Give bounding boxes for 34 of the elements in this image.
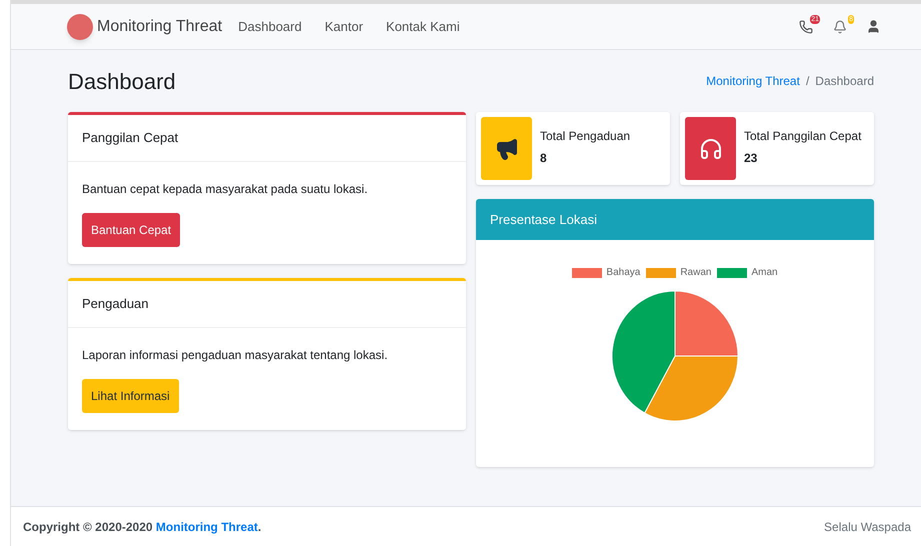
copyright-text: Copyright © 2020-2020 Monitoring Threat. <box>23 518 262 536</box>
action-button[interactable]: Bantuan Cepat <box>82 213 180 247</box>
chart-title: Presentase Lokasi <box>490 210 597 229</box>
legend-label: Bahaya <box>606 266 640 280</box>
card-title: Pengaduan <box>82 296 149 311</box>
nav-link[interactable]: Kontak Kami <box>386 16 460 36</box>
brand-name[interactable]: Monitoring Threat <box>97 14 222 38</box>
page-title: Dashboard <box>68 68 176 96</box>
phone-icon <box>799 20 813 34</box>
footer-link[interactable]: Monitoring Threat <box>156 520 258 534</box>
nav-link[interactable]: Kantor <box>324 16 364 36</box>
legend-swatch <box>572 268 602 278</box>
stat-label: Total Pengaduan <box>540 128 630 145</box>
tagline: Selalu Waspada <box>824 518 911 536</box>
card-text: Bantuan cepat kepada masyarakat pada suatu lokasi. <box>82 181 369 198</box>
action-button[interactable]: Lihat Informasi <box>82 379 179 413</box>
headset-icon <box>698 136 722 160</box>
legend-swatch <box>717 268 748 278</box>
legend-swatch <box>646 268 676 278</box>
legend-label: Aman <box>751 266 778 280</box>
card-text: Laporan informasi pengaduan masyarakat tentang lokasi. <box>82 347 389 364</box>
breadcrumb-link[interactable]: Monitoring Threat <box>706 72 800 90</box>
brand-logo <box>67 14 93 40</box>
card-title: Panggilan Cepat <box>82 130 178 145</box>
bell-icon <box>833 20 847 34</box>
stat-label: Total Panggilan Cepat <box>744 128 862 145</box>
megaphone-icon <box>494 136 518 160</box>
legend-label: Rawan <box>680 266 712 280</box>
stat-value: 23 <box>744 150 758 167</box>
user-icon[interactable] <box>866 19 881 34</box>
nav-link[interactable]: Dashboard <box>238 16 302 36</box>
breadcrumb-item: Dashboard <box>815 73 874 90</box>
breadcrumb-separator: / <box>806 73 810 90</box>
stat-value: 8 <box>540 150 548 167</box>
